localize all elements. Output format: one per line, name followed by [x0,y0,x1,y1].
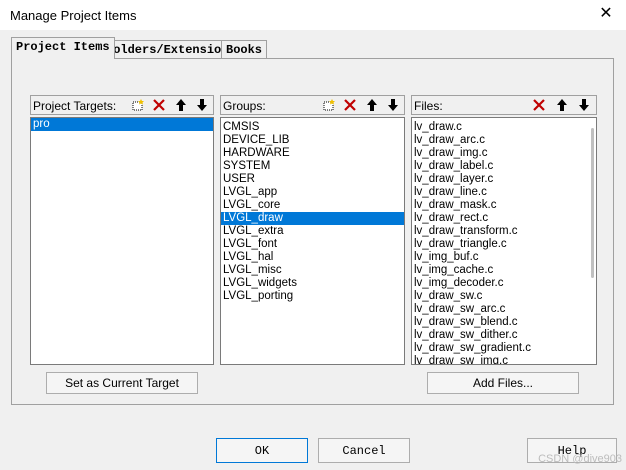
list-item[interactable]: lv_draw_sw_img.c [412,355,596,364]
add-files-button[interactable]: Add Files... [427,372,579,394]
files-title: Files: [414,99,443,113]
list-item[interactable]: LVGL_font [221,238,404,251]
delete-file-icon[interactable] [529,96,549,114]
list-item[interactable]: lv_img_cache.c [412,264,596,277]
list-item[interactable]: DEVICE_LIB [221,134,404,147]
list-item[interactable]: LVGL_draw [221,212,404,225]
groups-title: Groups: [223,99,266,113]
list-item[interactable]: CMSIS [221,121,404,134]
list-item[interactable]: LVGL_extra [221,225,404,238]
list-item[interactable]: USER [221,173,404,186]
list-item[interactable]: lv_draw_sw_blend.c [412,316,596,329]
list-item[interactable]: LVGL_widgets [221,277,404,290]
list-item[interactable]: lv_img_decoder.c [412,277,596,290]
move-up-file-icon[interactable] [552,96,572,114]
close-icon[interactable]: ✕ [594,2,618,26]
list-item[interactable]: lv_draw_sw_dither.c [412,329,596,342]
window-title: Manage Project Items [10,8,137,23]
delete-group-icon[interactable] [340,96,360,114]
cancel-button[interactable]: Cancel [318,438,410,463]
move-up-group-icon[interactable] [362,96,382,114]
list-item[interactable]: LVGL_core [221,199,404,212]
files-scrollbar[interactable] [591,128,594,278]
list-item[interactable]: LVGL_porting [221,290,404,303]
list-item[interactable]: pro [31,118,213,131]
list-item[interactable]: lv_draw_sw_gradient.c [412,342,596,355]
new-target-icon[interactable] [128,96,148,114]
targets-title: Project Targets: [33,99,117,113]
new-group-icon[interactable] [319,96,339,114]
move-down-target-icon[interactable] [192,96,212,114]
files-list[interactable]: lv_draw.c lv_draw_arc.c lv_draw_img.c lv… [411,117,597,365]
title-bar: Manage Project Items ✕ [0,0,626,30]
list-item[interactable]: lv_draw_transform.c [412,225,596,238]
targets-list[interactable]: pro [30,117,214,365]
list-item[interactable]: lv_draw_arc.c [412,134,596,147]
list-item[interactable]: LVGL_hal [221,251,404,264]
tab-folders-extensions[interactable]: Folders/Extensions [101,40,241,59]
list-item[interactable]: lv_draw_line.c [412,186,596,199]
move-up-target-icon[interactable] [171,96,191,114]
list-item[interactable]: lv_draw_triangle.c [412,238,596,251]
files-header: Files: [411,95,597,115]
list-item[interactable]: SYSTEM [221,160,404,173]
list-item[interactable]: lv_draw_layer.c [412,173,596,186]
watermark: CSDN @dive903 [538,453,622,465]
groups-header: Groups: [220,95,405,115]
list-item[interactable]: lv_draw_label.c [412,160,596,173]
groups-list[interactable]: CMSIS DEVICE_LIB HARDWARE SYSTEM USER LV… [220,117,405,365]
delete-target-icon[interactable] [149,96,169,114]
set-current-target-button[interactable]: Set as Current Target [46,372,198,394]
list-item[interactable]: lv_img_buf.c [412,251,596,264]
move-down-group-icon[interactable] [383,96,403,114]
ok-button[interactable]: OK [216,438,308,463]
list-item[interactable]: LVGL_misc [221,264,404,277]
list-item[interactable]: lv_draw_img.c [412,147,596,160]
list-item[interactable]: lv_draw_sw.c [412,290,596,303]
list-item[interactable]: lv_draw_rect.c [412,212,596,225]
tab-project-items[interactable]: Project Items [11,37,115,59]
targets-header: Project Targets: [30,95,214,115]
list-item[interactable]: lv_draw_mask.c [412,199,596,212]
list-item[interactable]: LVGL_app [221,186,404,199]
list-item[interactable]: lv_draw_sw_arc.c [412,303,596,316]
tab-books[interactable]: Books [221,40,268,59]
list-item[interactable]: HARDWARE [221,147,404,160]
move-down-file-icon[interactable] [574,96,594,114]
list-item[interactable]: lv_draw.c [412,121,596,134]
